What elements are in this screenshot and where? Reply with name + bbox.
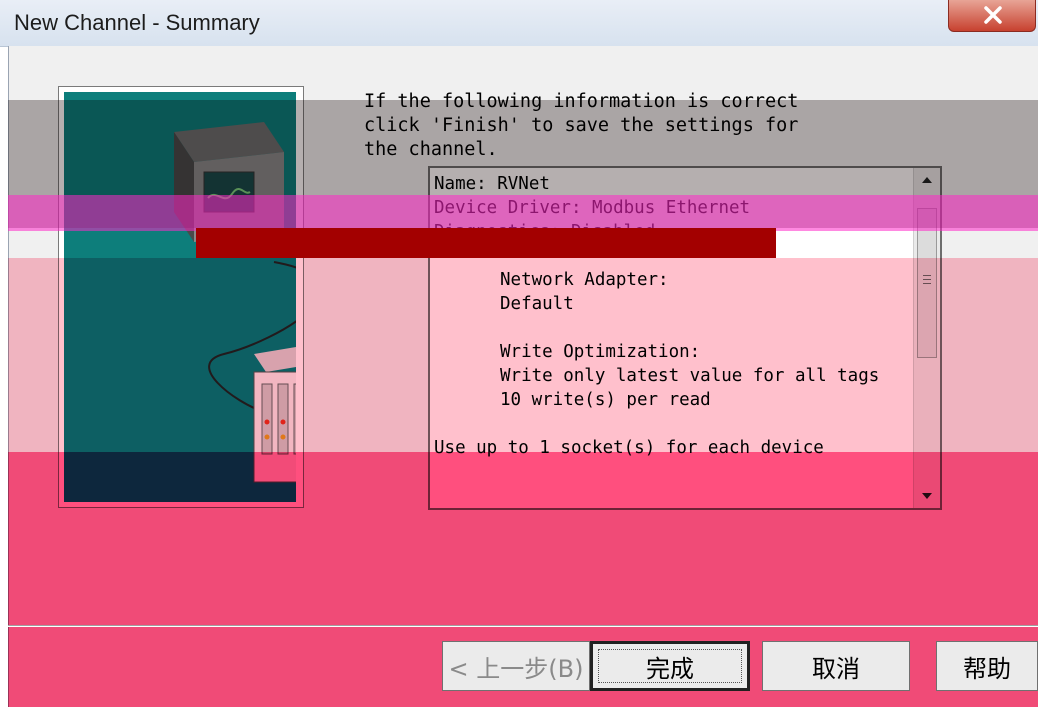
summary-listbox[interactable]: Name: RVNet Device Driver: Modbus Etherne… (428, 166, 942, 510)
summary-line (434, 316, 914, 340)
finish-button[interactable]: 完成 (590, 641, 750, 691)
title-bar: New Channel - Summary (0, 0, 1038, 47)
device-network-illustration (174, 122, 296, 483)
scroll-thumb[interactable] (917, 208, 937, 358)
cancel-button-label: 取消 (812, 654, 860, 683)
summary-line: Diagnostics: Disabled (434, 222, 656, 242)
summary-line: Device Driver: Modbus Ethernet (434, 198, 751, 218)
close-icon (984, 6, 1002, 24)
summary-line (434, 244, 914, 268)
focus-ring (598, 649, 742, 683)
help-button[interactable]: 帮助 (936, 641, 1038, 691)
help-button-label: 帮助 (963, 654, 1011, 683)
back-button-label: < 上一步(B) (448, 654, 584, 683)
back-button[interactable]: < 上一步(B) (442, 641, 590, 691)
window-title: New Channel - Summary (14, 10, 260, 35)
scroll-down-arrow[interactable] (914, 484, 940, 508)
close-button[interactable] (948, 0, 1036, 32)
computer-icon (174, 122, 284, 242)
scroll-up-arrow[interactable] (914, 168, 940, 192)
intro-text: If the following information is correct … (364, 91, 799, 160)
bottom-separator (8, 625, 1038, 627)
server-rack-icon (253, 347, 296, 483)
cancel-button[interactable]: 取消 (762, 641, 910, 691)
summary-line: 10 write(s) per read (500, 390, 711, 410)
summary-line: Write only latest value for all tags (500, 366, 880, 386)
chevron-down-icon (922, 493, 932, 499)
summary-line: Default (500, 294, 574, 314)
summary-line: Network Adapter: (500, 270, 669, 290)
summary-line: Name: RVNet (434, 174, 550, 194)
summary-scrollbar[interactable] (913, 168, 940, 508)
summary-line (434, 412, 914, 436)
summary-text: Name: RVNet Device Driver: Modbus Etherne… (434, 172, 914, 506)
chevron-up-icon (922, 177, 932, 183)
summary-line: Use up to 1 socket(s) for each device (434, 438, 824, 458)
summary-line: Write Optimization: (500, 342, 701, 362)
